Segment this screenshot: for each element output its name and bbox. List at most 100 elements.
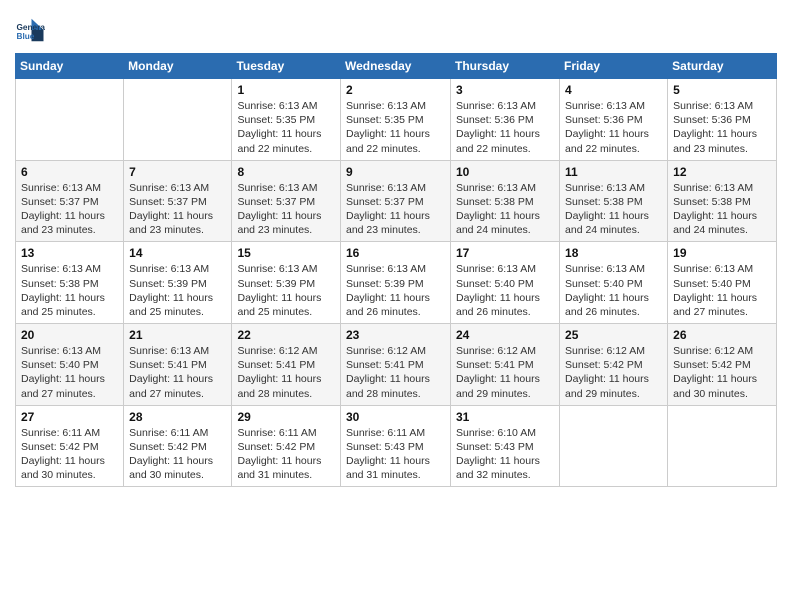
calendar-cell: 10 Sunrise: 6:13 AMSunset: 5:38 PMDayligh… <box>451 160 560 242</box>
day-detail: Sunrise: 6:11 AMSunset: 5:42 PMDaylight:… <box>129 426 226 483</box>
week-row-3: 13 Sunrise: 6:13 AMSunset: 5:38 PMDayligh… <box>16 242 777 324</box>
weekday-sunday: Sunday <box>16 54 124 79</box>
day-number: 5 <box>673 83 771 97</box>
calendar-cell: 19Sunrise: 6:13 AMSunset: 5:40 PMDayligh… <box>668 242 777 324</box>
calendar-cell <box>560 405 668 487</box>
day-number: 14 <box>129 246 226 260</box>
day-detail: Sunrise: 6:13 AMSunset: 5:39 PMDaylight:… <box>346 262 445 319</box>
day-detail: Sunrise: 6:13 AMSunset: 5:37 PMDaylight:… <box>21 181 118 238</box>
calendar-cell: 24 Sunrise: 6:12 AMSunset: 5:41 PMDayligh… <box>451 324 560 406</box>
day-detail: Sunrise: 6:13 AMSunset: 5:38 PMDaylight:… <box>673 181 771 238</box>
week-row-2: 6 Sunrise: 6:13 AMSunset: 5:37 PMDaylight… <box>16 160 777 242</box>
calendar-cell: 12 Sunrise: 6:13 AMSunset: 5:38 PMDayligh… <box>668 160 777 242</box>
weekday-wednesday: Wednesday <box>341 54 451 79</box>
week-row-5: 27 Sunrise: 6:11 AMSunset: 5:42 PMDayligh… <box>16 405 777 487</box>
day-detail: Sunrise: 6:13 AMSunset: 5:37 PMDaylight:… <box>346 181 445 238</box>
calendar-cell: 20 Sunrise: 6:13 AMSunset: 5:40 PMDayligh… <box>16 324 124 406</box>
day-number: 4 <box>565 83 662 97</box>
day-number: 22 <box>237 328 335 342</box>
day-number: 8 <box>237 165 335 179</box>
calendar-cell: 25 Sunrise: 6:12 AMSunset: 5:42 PMDayligh… <box>560 324 668 406</box>
weekday-header-row: SundayMondayTuesdayWednesdayThursdayFrid… <box>16 54 777 79</box>
day-number: 13 <box>21 246 118 260</box>
day-detail: Sunrise: 6:13 AMSunset: 5:40 PMDaylight:… <box>673 262 771 319</box>
calendar-cell: 8 Sunrise: 6:13 AMSunset: 5:37 PMDaylight… <box>232 160 341 242</box>
day-number: 12 <box>673 165 771 179</box>
calendar-cell <box>16 79 124 161</box>
svg-text:Blue: Blue <box>17 32 35 41</box>
calendar-cell: 22 Sunrise: 6:12 AMSunset: 5:41 PMDayligh… <box>232 324 341 406</box>
calendar-cell: 15Sunrise: 6:13 AMSunset: 5:39 PMDayligh… <box>232 242 341 324</box>
calendar-cell: 17Sunrise: 6:13 AMSunset: 5:40 PMDayligh… <box>451 242 560 324</box>
day-detail: Sunrise: 6:13 AMSunset: 5:40 PMDaylight:… <box>565 262 662 319</box>
day-number: 25 <box>565 328 662 342</box>
calendar-cell: 13 Sunrise: 6:13 AMSunset: 5:38 PMDayligh… <box>16 242 124 324</box>
day-number: 15 <box>237 246 335 260</box>
day-number: 26 <box>673 328 771 342</box>
calendar-cell: 23Sunrise: 6:12 AMSunset: 5:41 PMDayligh… <box>341 324 451 406</box>
day-number: 21 <box>129 328 226 342</box>
header: General Blue <box>15 10 777 45</box>
calendar-cell: 1Sunrise: 6:13 AMSunset: 5:35 PMDaylight… <box>232 79 341 161</box>
day-number: 10 <box>456 165 554 179</box>
day-detail: Sunrise: 6:11 AMSunset: 5:42 PMDaylight:… <box>21 426 118 483</box>
day-number: 16 <box>346 246 445 260</box>
page: General Blue SundayMondayTuesdayWednesda… <box>0 0 792 612</box>
calendar-cell: 28 Sunrise: 6:11 AMSunset: 5:42 PMDayligh… <box>124 405 232 487</box>
day-detail: Sunrise: 6:10 AMSunset: 5:43 PMDaylight:… <box>456 426 554 483</box>
day-number: 28 <box>129 410 226 424</box>
day-number: 27 <box>21 410 118 424</box>
calendar-cell: 4 Sunrise: 6:13 AMSunset: 5:36 PMDaylight… <box>560 79 668 161</box>
calendar-cell: 7 Sunrise: 6:13 AMSunset: 5:37 PMDaylight… <box>124 160 232 242</box>
day-detail: Sunrise: 6:13 AMSunset: 5:40 PMDaylight:… <box>21 344 118 401</box>
day-detail: Sunrise: 6:12 AMSunset: 5:41 PMDaylight:… <box>237 344 335 401</box>
day-number: 11 <box>565 165 662 179</box>
day-number: 30 <box>346 410 445 424</box>
svg-text:General: General <box>17 23 46 32</box>
day-detail: Sunrise: 6:11 AMSunset: 5:43 PMDaylight:… <box>346 426 445 483</box>
calendar-cell: 30 Sunrise: 6:11 AMSunset: 5:43 PMDayligh… <box>341 405 451 487</box>
day-detail: Sunrise: 6:13 AMSunset: 5:37 PMDaylight:… <box>237 181 335 238</box>
calendar-cell: 3 Sunrise: 6:13 AMSunset: 5:36 PMDaylight… <box>451 79 560 161</box>
calendar-cell: 27 Sunrise: 6:11 AMSunset: 5:42 PMDayligh… <box>16 405 124 487</box>
day-number: 9 <box>346 165 445 179</box>
day-detail: Sunrise: 6:13 AMSunset: 5:36 PMDaylight:… <box>565 99 662 156</box>
day-number: 2 <box>346 83 445 97</box>
calendar-cell: 31 Sunrise: 6:10 AMSunset: 5:43 PMDayligh… <box>451 405 560 487</box>
calendar-cell <box>124 79 232 161</box>
day-number: 7 <box>129 165 226 179</box>
weekday-friday: Friday <box>560 54 668 79</box>
day-number: 3 <box>456 83 554 97</box>
day-detail: Sunrise: 6:13 AMSunset: 5:38 PMDaylight:… <box>456 181 554 238</box>
calendar-cell <box>668 405 777 487</box>
calendar-cell: 18Sunrise: 6:13 AMSunset: 5:40 PMDayligh… <box>560 242 668 324</box>
day-number: 31 <box>456 410 554 424</box>
week-row-1: 1Sunrise: 6:13 AMSunset: 5:35 PMDaylight… <box>16 79 777 161</box>
day-detail: Sunrise: 6:13 AMSunset: 5:38 PMDaylight:… <box>21 262 118 319</box>
day-number: 29 <box>237 410 335 424</box>
day-number: 20 <box>21 328 118 342</box>
day-detail: Sunrise: 6:13 AMSunset: 5:36 PMDaylight:… <box>673 99 771 156</box>
day-detail: Sunrise: 6:13 AMSunset: 5:39 PMDaylight:… <box>129 262 226 319</box>
weekday-tuesday: Tuesday <box>232 54 341 79</box>
calendar-cell: 21Sunrise: 6:13 AMSunset: 5:41 PMDayligh… <box>124 324 232 406</box>
calendar-table: SundayMondayTuesdayWednesdayThursdayFrid… <box>15 53 777 487</box>
day-detail: Sunrise: 6:11 AMSunset: 5:42 PMDaylight:… <box>237 426 335 483</box>
weekday-thursday: Thursday <box>451 54 560 79</box>
day-detail: Sunrise: 6:13 AMSunset: 5:36 PMDaylight:… <box>456 99 554 156</box>
day-detail: Sunrise: 6:13 AMSunset: 5:38 PMDaylight:… <box>565 181 662 238</box>
calendar-cell: 26Sunrise: 6:12 AMSunset: 5:42 PMDayligh… <box>668 324 777 406</box>
day-detail: Sunrise: 6:12 AMSunset: 5:42 PMDaylight:… <box>565 344 662 401</box>
calendar-cell: 29 Sunrise: 6:11 AMSunset: 5:42 PMDayligh… <box>232 405 341 487</box>
day-number: 6 <box>21 165 118 179</box>
day-number: 1 <box>237 83 335 97</box>
calendar-cell: 14 Sunrise: 6:13 AMSunset: 5:39 PMDayligh… <box>124 242 232 324</box>
day-detail: Sunrise: 6:12 AMSunset: 5:41 PMDaylight:… <box>456 344 554 401</box>
calendar-cell: 9 Sunrise: 6:13 AMSunset: 5:37 PMDaylight… <box>341 160 451 242</box>
week-row-4: 20 Sunrise: 6:13 AMSunset: 5:40 PMDayligh… <box>16 324 777 406</box>
day-number: 24 <box>456 328 554 342</box>
day-detail: Sunrise: 6:13 AMSunset: 5:37 PMDaylight:… <box>129 181 226 238</box>
calendar-cell: 6 Sunrise: 6:13 AMSunset: 5:37 PMDaylight… <box>16 160 124 242</box>
weekday-saturday: Saturday <box>668 54 777 79</box>
weekday-monday: Monday <box>124 54 232 79</box>
